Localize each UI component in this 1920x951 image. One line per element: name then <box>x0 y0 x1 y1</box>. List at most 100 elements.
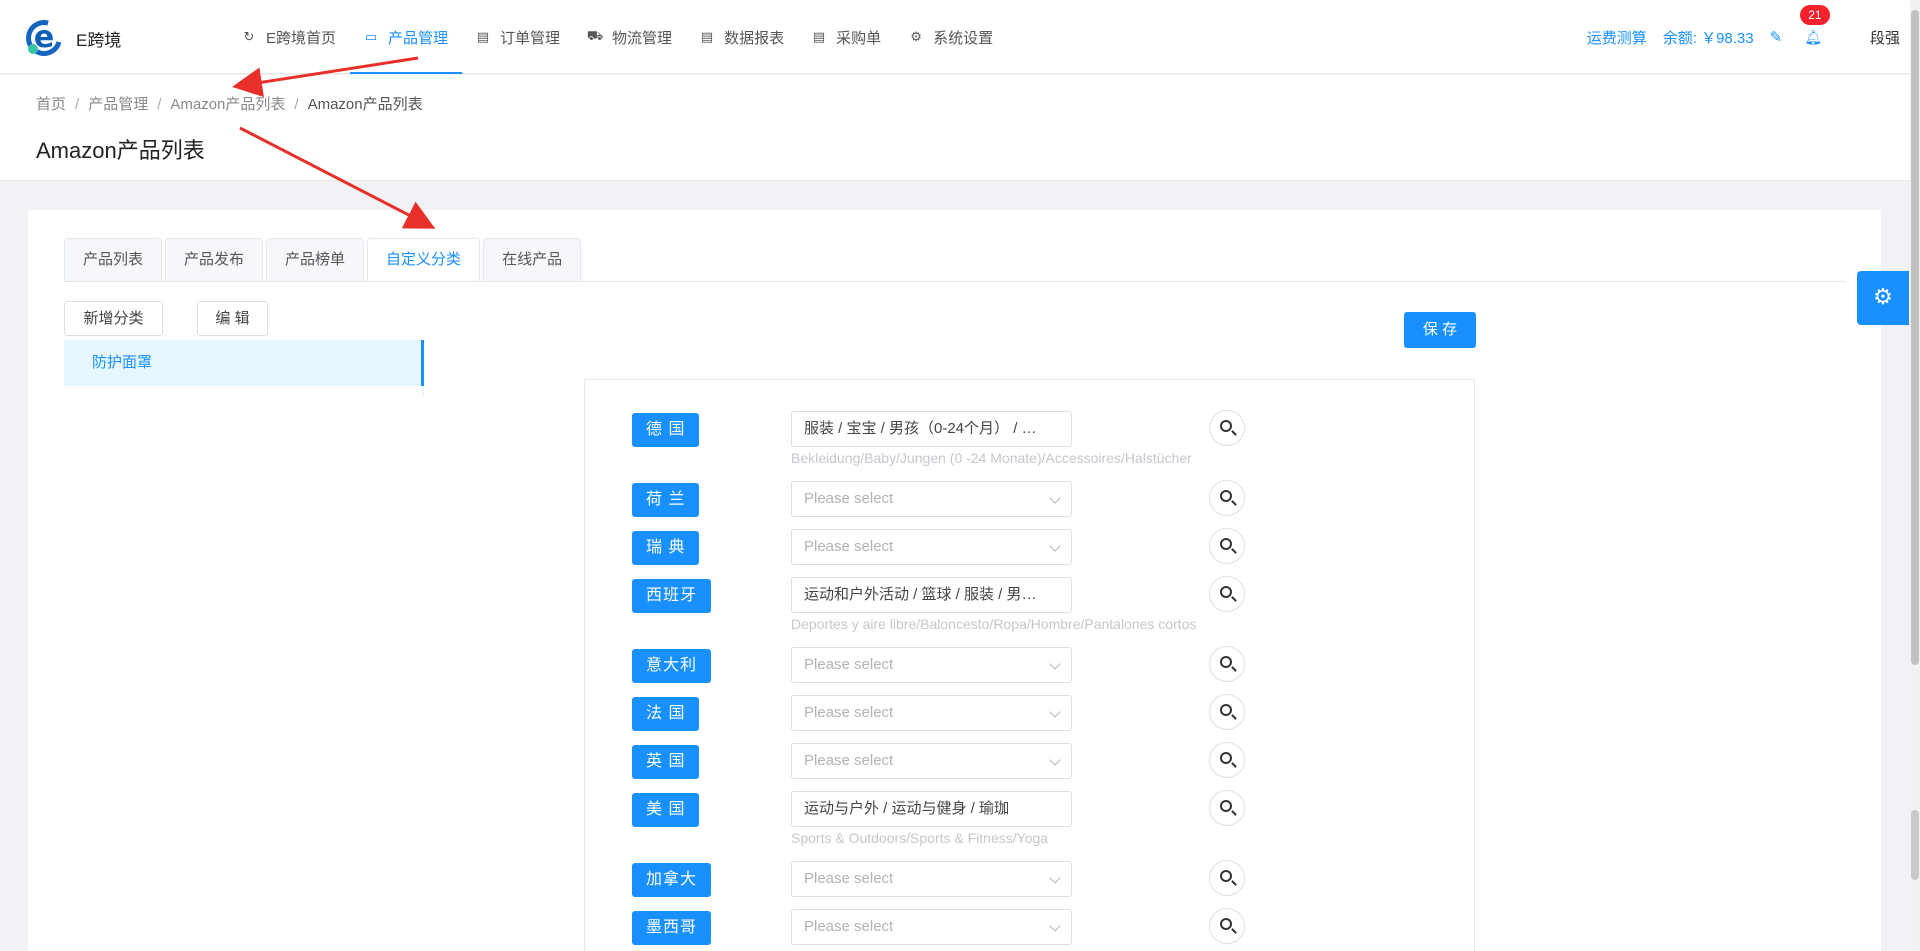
save-button[interactable]: 保 存 <box>1404 312 1476 348</box>
category-select[interactable]: Please select <box>791 909 1072 945</box>
country-row: 墨西哥 Please select <box>585 908 1476 948</box>
breadcrumb-current: Amazon产品列表 <box>307 96 423 113</box>
category-select[interactable]: Please select <box>791 647 1072 683</box>
search-button[interactable] <box>1209 576 1245 612</box>
page-header: 首页 / 产品管理 / Amazon产品列表 / Amazon产品列表 Amazon产品列表 <box>0 75 1920 181</box>
category-select[interactable]: 服装 / 宝宝 / 男孩（0-24个月） / 配饰 / 围巾 <box>791 411 1072 447</box>
country-row: 加拿大 Please select <box>585 860 1476 900</box>
category-select[interactable]: Please select <box>791 481 1072 517</box>
report-icon: ▤ <box>700 29 714 44</box>
category-path-hint: Deportes y aire libre/Baloncesto/Ropa/Ho… <box>791 616 1197 632</box>
category-select-value: Please select <box>804 656 894 673</box>
breadcrumb-amazon-list[interactable]: Amazon产品列表 <box>170 96 285 113</box>
search-button[interactable] <box>1209 528 1245 564</box>
country-button[interactable]: 加拿大 <box>632 863 712 897</box>
freight-calc-link[interactable]: 运费测算 <box>1587 27 1647 48</box>
tab-custom-category[interactable]: 自定义分类 <box>367 238 481 282</box>
category-path-hint: Bekleidung/Baby/Jungen (0 -24 Monate)/Ac… <box>791 450 1192 466</box>
category-select[interactable]: Please select <box>791 529 1072 565</box>
category-select[interactable]: 运动与户外 / 运动与健身 / 瑜珈 <box>791 791 1072 827</box>
chevron-down-icon <box>1049 872 1061 884</box>
nav-item-label: 系统设置 <box>933 29 994 47</box>
car-icon: ⛟ <box>586 28 604 43</box>
tab-divider <box>64 281 1846 282</box>
floating-settings-button[interactable]: ⚙ <box>1857 271 1909 325</box>
country-row: 美 国 运动与户外 / 运动与健身 / 瑜珈 Sports & Outdoors/S… <box>585 790 1476 846</box>
top-bar: e E跨境 ↻ E跨境首页 ▭ 产品管理 ▤ 订单管理 ⛟ 物流管理 ▤ 数据报… <box>0 0 1920 74</box>
category-select-value: Please select <box>804 918 894 935</box>
country-row: 荷 兰 Please select <box>585 480 1476 520</box>
breadcrumb: 首页 / 产品管理 / Amazon产品列表 / Amazon产品列表 <box>36 96 423 113</box>
country-button[interactable]: 德 国 <box>632 413 700 447</box>
country-button[interactable]: 意大利 <box>632 649 712 683</box>
search-button[interactable] <box>1209 860 1245 896</box>
category-select-value: Please select <box>804 490 894 507</box>
document-icon: ▤ <box>812 29 826 44</box>
tab-product-publish[interactable]: 产品发布 <box>165 238 264 282</box>
country-button[interactable]: 西班牙 <box>632 579 712 613</box>
search-button[interactable] <box>1209 908 1245 944</box>
category-select-value: 运动与户外 / 运动与健身 / 瑜珈 <box>804 800 1010 817</box>
bell-icon[interactable]: 🔔︎ 21 <box>1800 4 1830 46</box>
search-button[interactable] <box>1209 410 1245 446</box>
notification-badge: 21 <box>1800 4 1830 25</box>
country-row: 法 国 Please select <box>585 694 1476 734</box>
search-button[interactable] <box>1209 742 1245 778</box>
category-path-hint: Sports & Outdoors/Sports & Fitness/Yoga <box>791 830 1049 846</box>
category-select-value: Please select <box>804 752 894 769</box>
country-button[interactable]: 墨西哥 <box>632 911 712 945</box>
country-row: 德 国 服装 / 宝宝 / 男孩（0-24个月） / 配饰 / 围巾 Bekleid… <box>585 410 1476 466</box>
category-select[interactable]: Please select <box>791 695 1072 731</box>
breadcrumb-products[interactable]: 产品管理 <box>88 96 148 113</box>
app-logo[interactable]: e E跨境 <box>19 13 121 63</box>
breadcrumb-home[interactable]: 首页 <box>36 96 66 113</box>
tabs: 产品列表 产品发布 产品榜单 自定义分类 在线产品 <box>64 238 584 282</box>
nav-item-label: 物流管理 <box>612 29 673 47</box>
search-button[interactable] <box>1209 480 1245 516</box>
chevron-down-icon <box>1049 754 1061 766</box>
page-title: Amazon产品列表 <box>36 138 205 163</box>
search-button[interactable] <box>1209 694 1245 730</box>
add-category-button[interactable]: 新增分类 <box>64 301 163 336</box>
country-button[interactable]: 荷 兰 <box>632 483 700 517</box>
page-scrollbar[interactable] <box>1910 0 1920 951</box>
country-button[interactable]: 美 国 <box>632 793 700 827</box>
category-select[interactable]: 运动和户外活动 / 篮球 / 服装 / 男士 / 短裤 <box>791 577 1072 613</box>
edit-category-button[interactable]: 编 辑 <box>197 301 268 336</box>
nav-item-label: 采购单 <box>836 29 882 47</box>
category-item[interactable]: 防护面罩 <box>64 340 424 386</box>
country-row: 意大利 Please select <box>585 646 1476 686</box>
chevron-down-icon <box>1049 492 1061 504</box>
search-button[interactable] <box>1209 790 1245 826</box>
tab-online-products[interactable]: 在线产品 <box>483 238 582 282</box>
category-select-value: 运动和户外活动 / 篮球 / 服装 / 男士 / 短裤 <box>804 586 1072 603</box>
search-button[interactable] <box>1209 646 1245 682</box>
category-select[interactable]: Please select <box>791 743 1072 779</box>
country-button[interactable]: 英 国 <box>632 745 700 779</box>
tab-product-ranking[interactable]: 产品榜单 <box>266 238 365 282</box>
list-icon: ▤ <box>476 29 490 44</box>
country-button[interactable]: 瑞 典 <box>632 531 700 565</box>
nav-item-orders[interactable]: ▤ 订单管理 <box>462 0 574 74</box>
user-name[interactable]: 段强 <box>1870 27 1900 48</box>
country-row: 瑞 典 Please select <box>585 528 1476 568</box>
nav-item-home[interactable]: ↻ E跨境首页 <box>228 0 350 74</box>
nav-item-logistics[interactable]: ⛟ 物流管理 <box>574 0 686 74</box>
edit-icon[interactable]: ✎ <box>1770 28 1783 46</box>
nav-item-label: E跨境首页 <box>266 29 337 47</box>
nav-item-label: 订单管理 <box>500 29 561 47</box>
balance-link[interactable]: 余额: ￥98.33 <box>1663 27 1754 48</box>
category-select[interactable]: Please select <box>791 861 1072 897</box>
scrollbar-thumb-secondary[interactable] <box>1911 810 1919 880</box>
main-nav: ↻ E跨境首页 ▭ 产品管理 ▤ 订单管理 ⛟ 物流管理 ▤ 数据报表 ▤ 采购… <box>228 0 1007 74</box>
chevron-down-icon <box>1049 920 1061 932</box>
nav-item-reports[interactable]: ▤ 数据报表 <box>686 0 798 74</box>
scrollbar-thumb[interactable] <box>1911 10 1919 665</box>
category-select-value: 服装 / 宝宝 / 男孩（0-24个月） / 配饰 / 围巾 <box>804 420 1072 437</box>
country-button[interactable]: 法 国 <box>632 697 700 731</box>
nav-item-settings[interactable]: ⚙ 系统设置 <box>895 0 1007 74</box>
nav-item-products[interactable]: ▭ 产品管理 <box>350 0 463 74</box>
tab-product-list[interactable]: 产品列表 <box>64 238 163 282</box>
gear-icon: ⚙ <box>1873 285 1893 310</box>
nav-item-purchase[interactable]: ▤ 采购单 <box>798 0 895 74</box>
